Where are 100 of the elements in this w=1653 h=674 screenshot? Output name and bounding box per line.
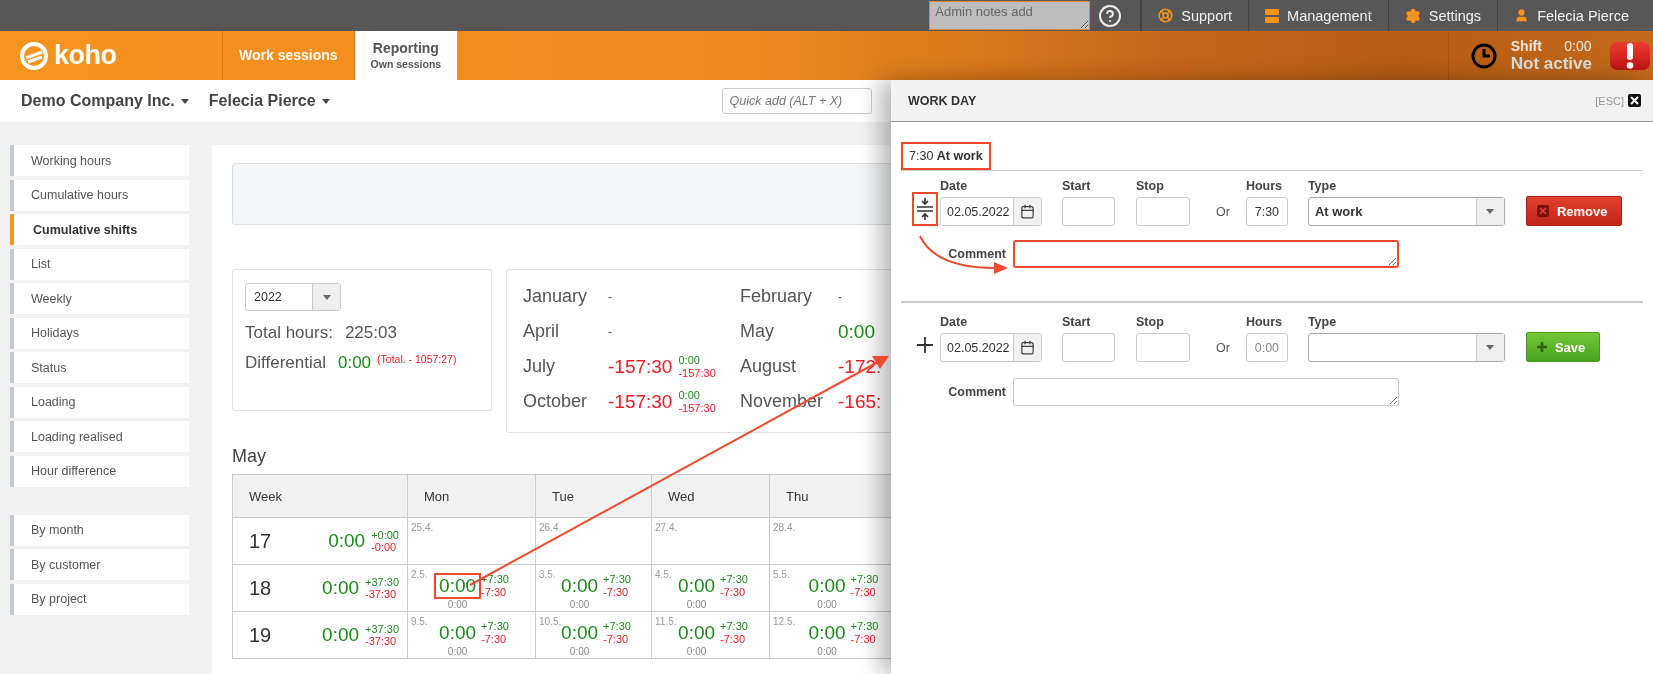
stat-value: 0:00 bbox=[337, 353, 372, 373]
remove-button[interactable]: Remove bbox=[1525, 196, 1623, 226]
plus-value: +7:30 bbox=[603, 620, 631, 633]
day-date: 3.5. bbox=[539, 569, 556, 580]
plus-value: +7:30 bbox=[850, 573, 879, 586]
quick-add-field[interactable]: Quick add (ALT + X) bbox=[721, 88, 872, 114]
sidebar-item[interactable]: List bbox=[10, 248, 189, 280]
day-date: 10.5. bbox=[539, 616, 562, 627]
date-field[interactable]: 02.05.2022 bbox=[940, 197, 1042, 226]
sidebar-item[interactable]: Cumulative hours bbox=[10, 179, 189, 211]
day-date: 4.5. bbox=[655, 569, 672, 580]
type-select[interactable] bbox=[1307, 333, 1505, 362]
date-field[interactable]: 02.05.2022 bbox=[940, 333, 1042, 362]
help-icon[interactable] bbox=[1098, 3, 1123, 28]
caret-icon bbox=[180, 98, 189, 104]
nav-tab[interactable]: Reporting Own sessions bbox=[353, 31, 458, 80]
week-total: 0:00 bbox=[322, 577, 360, 599]
comment-field[interactable] bbox=[1013, 378, 1399, 406]
stack-icon bbox=[1265, 8, 1280, 23]
plus-value: +7:30 bbox=[481, 573, 509, 586]
column-header: Wed bbox=[651, 474, 770, 518]
sidebar-item[interactable]: Loading realised bbox=[10, 421, 189, 452]
day-date: 5.5. bbox=[773, 569, 790, 580]
minus-value: -0:00 bbox=[371, 541, 398, 554]
minus-value: -37:30 bbox=[365, 635, 398, 648]
sidebar-item[interactable]: Loading bbox=[10, 386, 189, 418]
day-value[interactable]: 0:00 bbox=[803, 620, 851, 646]
sidebar-item[interactable]: Hour difference bbox=[10, 455, 189, 487]
column-header: Week bbox=[232, 474, 408, 518]
field-label: Date bbox=[940, 179, 969, 193]
week-total: 0:00 bbox=[322, 624, 360, 646]
stop-field[interactable] bbox=[1136, 197, 1190, 226]
person-picker[interactable]: Felecia Pierce bbox=[208, 92, 330, 110]
stat-label: Total hours: bbox=[245, 323, 333, 343]
planned-value: 0:00 bbox=[569, 599, 590, 610]
month-value: 0:00 bbox=[838, 320, 875, 343]
start-field[interactable] bbox=[1062, 197, 1115, 226]
day-date: 2.5. bbox=[411, 569, 428, 580]
close-button[interactable] bbox=[1628, 94, 1641, 107]
month-name: April bbox=[523, 321, 560, 342]
month-value: -157:30 bbox=[608, 355, 673, 378]
stop-field[interactable] bbox=[1136, 333, 1190, 362]
day-value[interactable]: 0:00 bbox=[434, 620, 482, 646]
calendar-icon bbox=[1020, 340, 1035, 355]
sidebar-item[interactable]: Working hours bbox=[10, 145, 189, 176]
day-date: 25.4. bbox=[411, 522, 434, 533]
stat-value: 225:03 bbox=[344, 323, 397, 343]
day-value[interactable]: 0:00 bbox=[673, 573, 721, 599]
day-value[interactable]: 0:00 bbox=[434, 573, 482, 599]
planned-value: 0:00 bbox=[817, 599, 837, 610]
minus-value: -7:30 bbox=[720, 585, 747, 598]
field-label: Start bbox=[1062, 315, 1092, 329]
sidebar-item[interactable]: Holidays bbox=[10, 317, 189, 349]
planned-value: 0:00 bbox=[569, 646, 590, 657]
caret-icon bbox=[1486, 209, 1495, 214]
shift-label: Shift bbox=[1510, 37, 1543, 54]
esc-hint: [ESC] bbox=[1595, 94, 1624, 107]
settings-icon bbox=[1404, 7, 1421, 24]
plus-value: +7:30 bbox=[720, 620, 748, 633]
shift-status: Not active bbox=[1510, 53, 1592, 74]
alert-button[interactable] bbox=[1610, 41, 1650, 70]
split-icon[interactable] bbox=[916, 197, 934, 221]
sidebar-item[interactable]: By project bbox=[10, 583, 189, 615]
column-header: Mon bbox=[407, 474, 536, 518]
minus-value: -7:30 bbox=[720, 632, 747, 645]
day-date: 12.5. bbox=[773, 616, 796, 627]
sidebar-item[interactable]: Status bbox=[10, 352, 189, 383]
field-label: Date bbox=[940, 315, 969, 329]
planned-value: 0:00 bbox=[817, 646, 837, 657]
day-value[interactable]: 0:00 bbox=[803, 573, 851, 599]
lifebuoy-icon bbox=[1158, 8, 1174, 23]
day-date: 27.4. bbox=[655, 522, 678, 533]
start-field[interactable] bbox=[1062, 333, 1115, 362]
plus-value: +7:30 bbox=[603, 573, 631, 586]
hours-field[interactable]: 0:00 bbox=[1245, 333, 1288, 362]
day-date: 26.4. bbox=[539, 522, 562, 533]
sidebar-item[interactable]: By month bbox=[10, 514, 189, 546]
month-name: May bbox=[740, 321, 775, 342]
admin-notes-field[interactable]: Admin notes add bbox=[929, 1, 1091, 30]
minus-value: -7:30 bbox=[481, 632, 508, 645]
sidebar-item[interactable]: By customer bbox=[10, 549, 189, 580]
week-total: 0:00 bbox=[328, 530, 366, 552]
month-name: July bbox=[523, 356, 556, 377]
sidebar-item[interactable]: Cumulative shifts bbox=[10, 214, 189, 245]
user-icon bbox=[1514, 8, 1530, 23]
field-label: Hours bbox=[1245, 179, 1283, 193]
month-title: May bbox=[232, 446, 267, 468]
hours-field[interactable]: 7:30 bbox=[1245, 197, 1288, 226]
minus-value: -7:30 bbox=[481, 585, 508, 598]
field-label: Hours bbox=[1245, 315, 1283, 329]
type-select[interactable]: At work bbox=[1307, 197, 1505, 226]
day-value[interactable]: 0:00 bbox=[556, 573, 604, 599]
minus-value: -157:30 bbox=[678, 366, 716, 379]
comment-field[interactable] bbox=[1013, 240, 1399, 268]
sidebar-item[interactable]: Weekly bbox=[10, 283, 189, 314]
month-value: - bbox=[608, 324, 612, 339]
company-picker[interactable]: Demo Company Inc. bbox=[21, 92, 189, 110]
plus-icon[interactable] bbox=[917, 337, 933, 353]
year-select[interactable]: 2022 bbox=[245, 283, 341, 311]
clock-icon bbox=[1470, 42, 1497, 69]
